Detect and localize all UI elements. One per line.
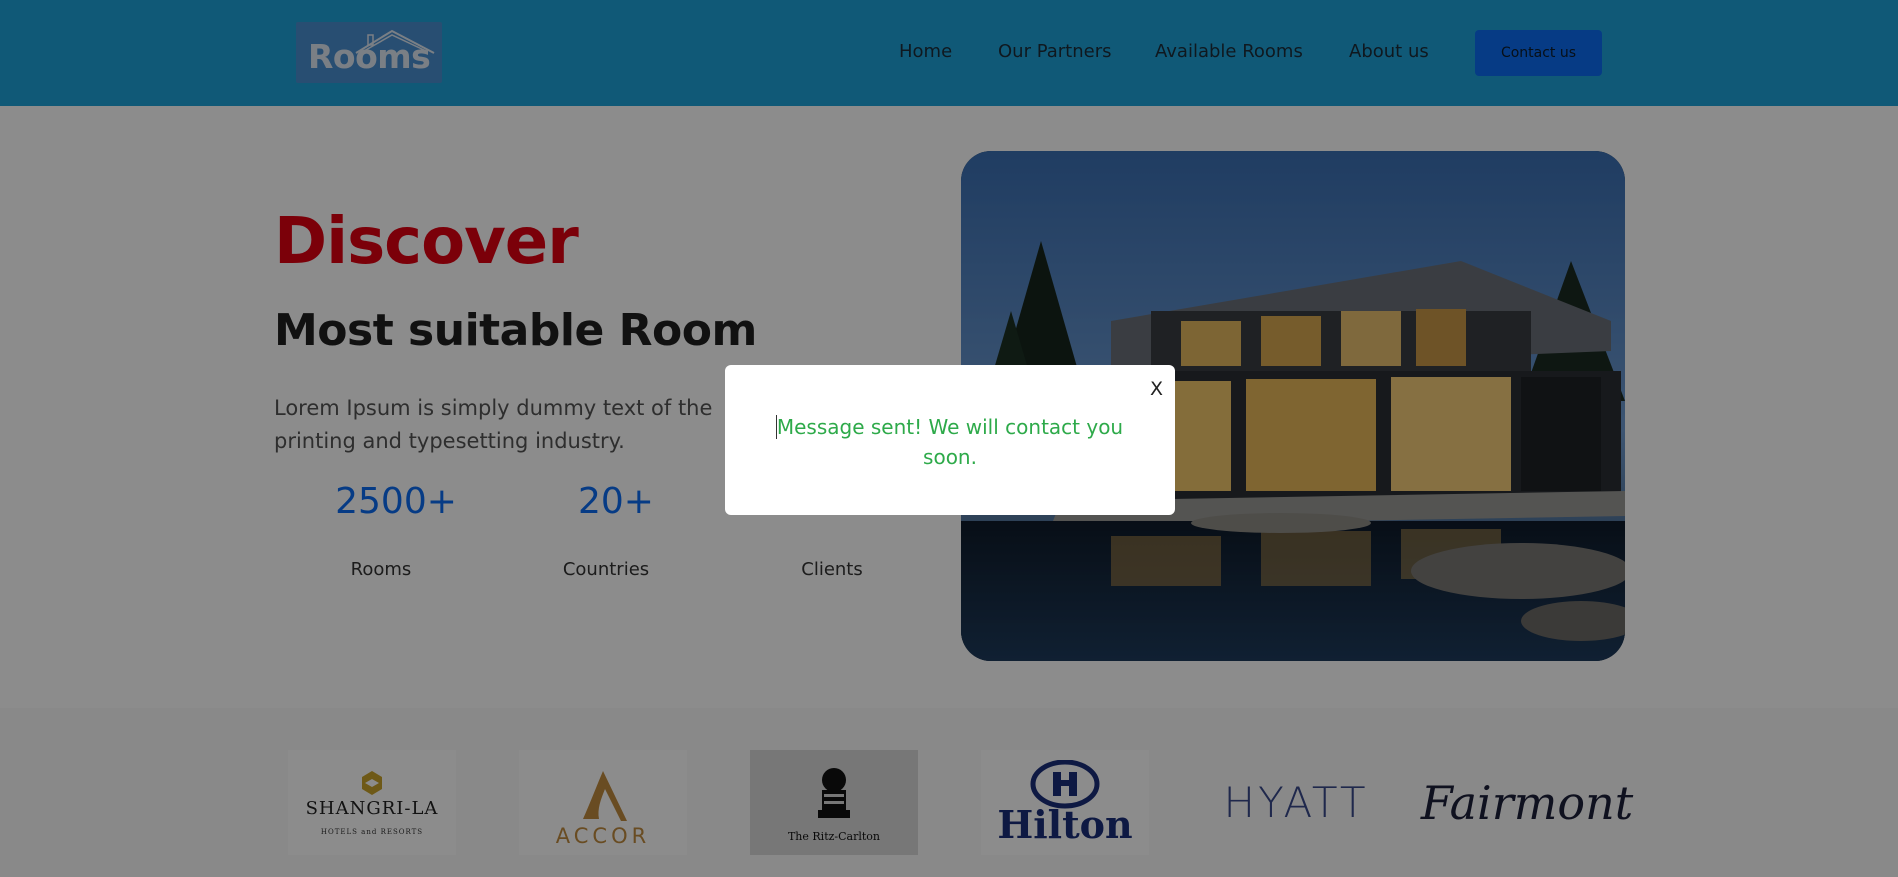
modal-message: Message sent! We will contact you soon.: [776, 415, 1124, 469]
message-sent-modal: X Message sent! We will contact you soon…: [725, 365, 1175, 515]
modal-close-button[interactable]: X: [1150, 380, 1163, 399]
